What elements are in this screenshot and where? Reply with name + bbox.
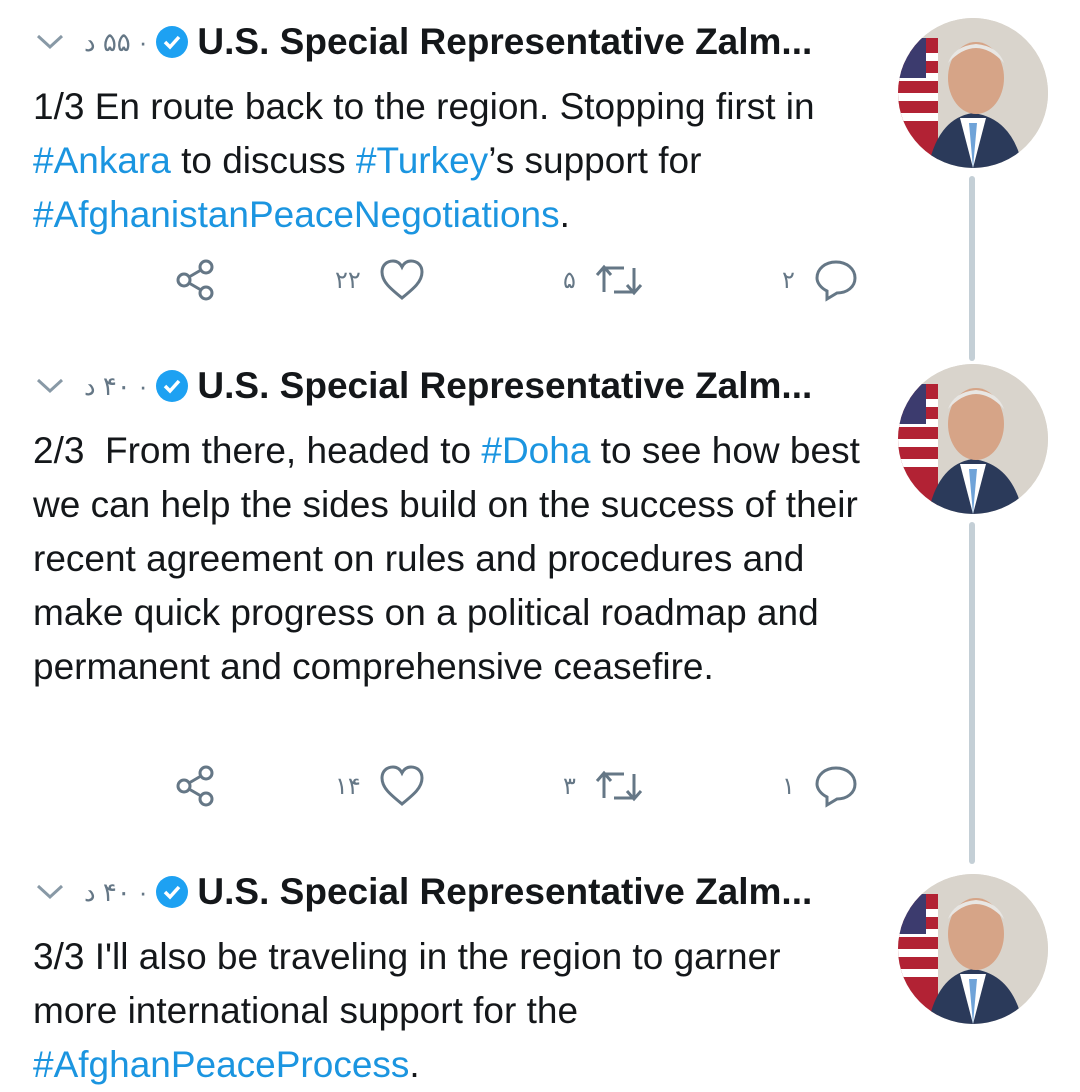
hashtag-link[interactable]: #Turkey <box>356 140 488 181</box>
avatar[interactable] <box>898 874 1048 1024</box>
retweet-count: ۳ <box>563 772 576 800</box>
like-count: ۱۴ <box>335 772 361 800</box>
hashtag-link[interactable]: #AfghanistanPeaceNegotiations <box>33 194 560 235</box>
avatar[interactable] <box>898 18 1048 168</box>
reply-icon <box>813 764 859 808</box>
thread-line <box>969 176 975 361</box>
retweet-icon <box>594 260 644 300</box>
tweet-text: 2/3 From there, headed to #Doha to see h… <box>33 424 873 694</box>
reply-button[interactable]: ۲ <box>782 250 859 310</box>
tweet-actions: ۲۲ ۵ ۲ <box>0 250 900 310</box>
share-icon <box>172 763 218 809</box>
tweet-text-part: 3/3 I'll also be traveling in the region… <box>33 936 781 1031</box>
separator-dot: · <box>138 26 148 57</box>
chevron-down-icon[interactable] <box>30 872 70 912</box>
tweet-header: ۴۰ د · U.S. Special Representative Zalm.… <box>30 358 860 414</box>
tweet-header: ۵۵ د · U.S. Special Representative Zalm.… <box>30 14 860 70</box>
tweet-text-part: to discuss <box>170 140 356 181</box>
reply-count: ۲ <box>782 266 795 294</box>
hashtag-link[interactable]: #AfghanPeaceProcess <box>33 1044 409 1085</box>
separator-dot: · <box>138 370 148 401</box>
verified-badge-icon <box>155 25 189 59</box>
hashtag-link[interactable]: #Ankara <box>33 140 171 181</box>
tweet-text-part: . <box>409 1044 420 1085</box>
share-button[interactable] <box>172 250 218 310</box>
like-button[interactable]: ۱۴ <box>335 756 425 816</box>
like-icon <box>379 258 425 302</box>
thread-line <box>969 522 975 864</box>
reply-count: ۱ <box>782 772 795 800</box>
retweet-icon <box>594 766 644 806</box>
author-name[interactable]: U.S. Special Representative Zalm... <box>197 365 812 407</box>
reply-icon <box>813 258 859 302</box>
tweet-text: 3/3 I'll also be traveling in the region… <box>33 930 873 1092</box>
verified-badge-icon <box>155 369 189 403</box>
tweet-actions: ۱۴ ۳ ۱ <box>0 756 900 816</box>
tweet-text-part: . <box>559 194 570 235</box>
chevron-down-icon[interactable] <box>30 366 70 406</box>
retweet-button[interactable]: ۵ <box>563 250 644 310</box>
tweet-time: ۴۰ د <box>84 370 131 401</box>
tweet-text-part: ’s support for <box>488 140 702 181</box>
tweet-header: ۴۰ د · U.S. Special Representative Zalm.… <box>30 864 860 920</box>
author-name[interactable]: U.S. Special Representative Zalm... <box>197 871 812 913</box>
chevron-down-icon[interactable] <box>30 22 70 62</box>
tweet-text-part: 1/3 En route back to the region. Stoppin… <box>33 86 815 127</box>
author-name[interactable]: U.S. Special Representative Zalm... <box>197 21 812 63</box>
tweet-time: ۴۰ د <box>84 876 131 907</box>
like-button[interactable]: ۲۲ <box>335 250 425 310</box>
separator-dot: · <box>138 876 148 907</box>
retweet-button[interactable]: ۳ <box>563 756 644 816</box>
retweet-count: ۵ <box>563 266 576 294</box>
tweet-time: ۵۵ د <box>84 26 131 57</box>
like-count: ۲۲ <box>335 266 361 294</box>
tweet-text: 1/3 En route back to the region. Stoppin… <box>33 80 873 242</box>
share-icon <box>172 257 218 303</box>
avatar[interactable] <box>898 364 1048 514</box>
share-button[interactable] <box>172 756 218 816</box>
hashtag-link[interactable]: #Doha <box>481 430 590 471</box>
verified-badge-icon <box>155 875 189 909</box>
reply-button[interactable]: ۱ <box>782 756 859 816</box>
tweet-text-part: 2/3 From there, headed to <box>33 430 482 471</box>
like-icon <box>379 764 425 808</box>
